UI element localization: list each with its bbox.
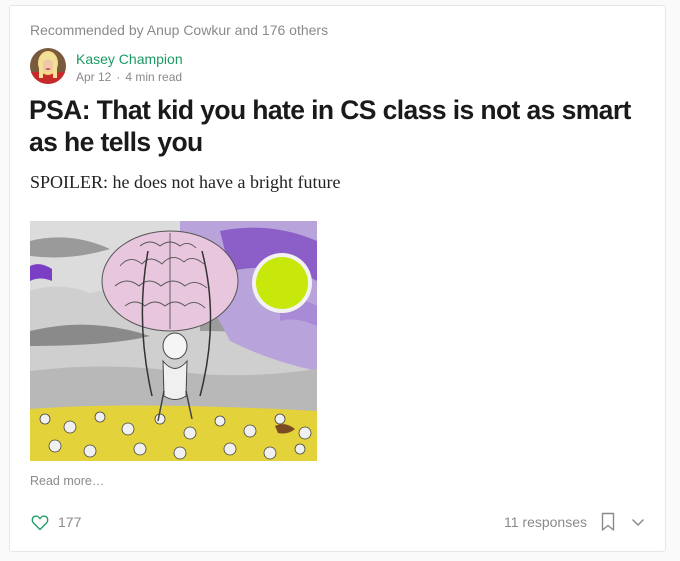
post-date: Apr 12 [76, 70, 112, 84]
read-more-link[interactable]: Read more… [30, 474, 104, 488]
post-card: Recommended by Anup Cowkur and 176 other… [9, 5, 666, 552]
clap-count: 177 [58, 514, 82, 530]
read-time: 4 min read [125, 70, 183, 84]
author-avatar[interactable] [30, 48, 66, 84]
post-title[interactable]: PSA: That kid you hate in CS class is no… [29, 94, 649, 158]
heart-icon[interactable] [30, 512, 50, 532]
post-actions: 11 responses [504, 511, 645, 533]
bookmark-icon[interactable] [601, 512, 615, 532]
post-meta: Apr 12 · 4 min read [76, 70, 182, 84]
recommendation-text: Recommended by Anup Cowkur and 176 other… [30, 22, 329, 38]
responses-link[interactable]: 11 responses [504, 514, 587, 530]
meta-separator: · [116, 70, 121, 84]
author-name-link[interactable]: Kasey Champion [76, 51, 183, 67]
post-subtitle[interactable]: SPOILER: he does not have a bright futur… [30, 172, 340, 193]
chevron-down-icon[interactable] [631, 515, 645, 529]
clap-section: 177 [30, 511, 81, 533]
post-image[interactable] [30, 221, 317, 461]
